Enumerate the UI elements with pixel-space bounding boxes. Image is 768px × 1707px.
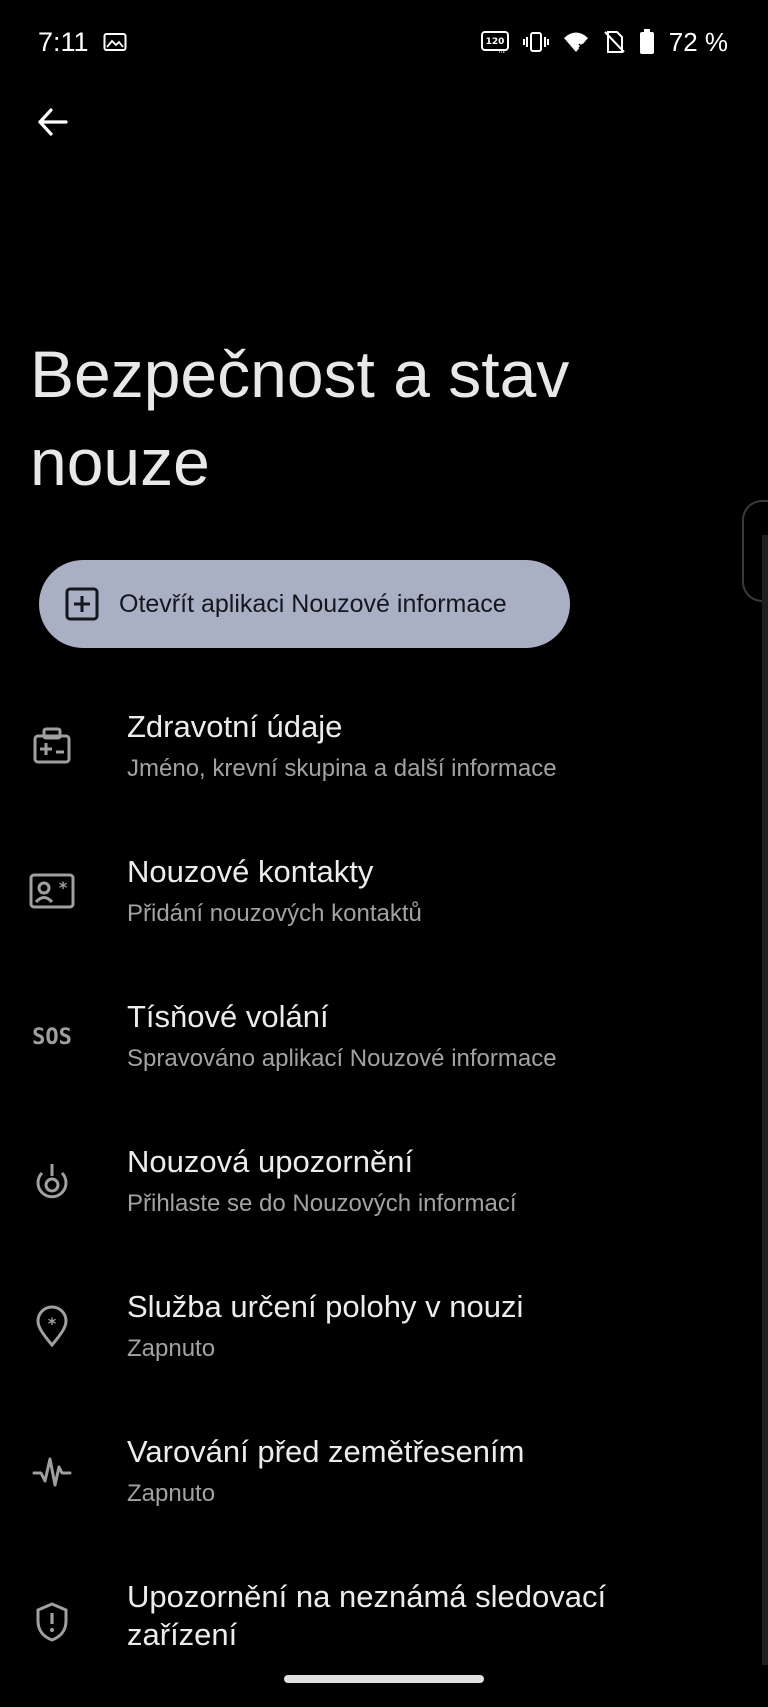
earthquake-icon xyxy=(28,1447,76,1495)
list-item-emergency-contacts[interactable]: * Nouzové kontakty Přidání nouzových kon… xyxy=(0,835,760,980)
page-title: Bezpečnost a stav nouze xyxy=(30,337,570,499)
svg-text:Hz: Hz xyxy=(499,49,506,54)
shield-alert-icon xyxy=(28,1598,76,1646)
home-gesture-bar[interactable] xyxy=(284,1675,484,1683)
battery-percentage: 72 % xyxy=(668,26,728,57)
status-bar: 7:11 120 Hz 72 % xyxy=(38,22,728,62)
add-box-icon xyxy=(65,587,99,621)
settings-list: Zdravotní údaje Jméno, krevní skupina a … xyxy=(0,690,760,1705)
item-title: Nouzové kontakty xyxy=(127,854,374,889)
battery-icon xyxy=(639,29,655,55)
emergency-location-icon: * xyxy=(28,1302,76,1350)
svg-text:*: * xyxy=(48,1314,57,1333)
status-right: 120 Hz 72 % xyxy=(480,26,728,58)
emergency-contact-icon: * xyxy=(28,867,76,915)
list-item-emergency-location[interactable]: * Služba určení polohy v nouzi Zapnuto xyxy=(0,1270,760,1415)
item-subtitle: Přidání nouzových kontaktů xyxy=(127,900,422,927)
item-subtitle: Jméno, krevní skupina a další informace xyxy=(127,755,557,782)
status-time: 7:11 xyxy=(38,26,89,57)
arrow-back-icon xyxy=(36,106,68,143)
item-title: Upozornění na neznámá sledovací zařízení xyxy=(127,1579,607,1652)
scrollbar[interactable] xyxy=(762,535,768,1665)
open-emergency-info-button[interactable]: Otevřít aplikaci Nouzové informace xyxy=(39,560,570,648)
item-subtitle: Zapnuto xyxy=(127,1335,216,1362)
item-subtitle: Spravováno aplikací Nouzové informace xyxy=(127,1045,557,1072)
svg-text:SOS: SOS xyxy=(32,1025,72,1050)
svg-text:*: * xyxy=(59,878,68,897)
back-button[interactable] xyxy=(28,100,76,148)
list-item-earthquake-warning[interactable]: Varování před zemětřesením Zapnuto xyxy=(0,1415,760,1560)
item-subtitle: Zapnuto xyxy=(127,1480,216,1507)
item-title: Varování před zemětřesením xyxy=(127,1434,525,1469)
list-item-unknown-tracker-alerts[interactable]: Upozornění na neznámá sledovací zařízení xyxy=(0,1560,760,1705)
emergency-alert-icon xyxy=(28,1157,76,1205)
item-title: Nouzová upozornění xyxy=(127,1144,414,1179)
sos-icon: SOS xyxy=(24,1012,80,1060)
status-left: 7:11 xyxy=(38,27,127,58)
list-item-emergency-call[interactable]: SOS Tísňové volání Spravováno aplikací N… xyxy=(0,980,760,1125)
no-sim-icon xyxy=(603,30,625,54)
item-subtitle: Přihlaste se do Nouzových informací xyxy=(127,1190,517,1217)
open-emergency-info-label: Otevřít aplikaci Nouzové informace xyxy=(119,589,507,618)
item-title: Zdravotní údaje xyxy=(127,709,343,744)
gallery-icon xyxy=(103,32,127,52)
refresh-rate-icon: 120 Hz xyxy=(480,30,509,54)
wifi-icon xyxy=(563,30,589,54)
item-title: Tísňové volání xyxy=(127,999,329,1034)
list-item-emergency-alerts[interactable]: Nouzová upozornění Přihlaste se do Nouzo… xyxy=(0,1125,760,1270)
svg-text:120: 120 xyxy=(485,37,504,47)
list-item-medical-info[interactable]: Zdravotní údaje Jméno, krevní skupina a … xyxy=(0,690,760,835)
medical-info-icon xyxy=(28,722,76,770)
vibrate-icon xyxy=(522,30,549,54)
item-title: Služba určení polohy v nouzi xyxy=(127,1289,524,1324)
